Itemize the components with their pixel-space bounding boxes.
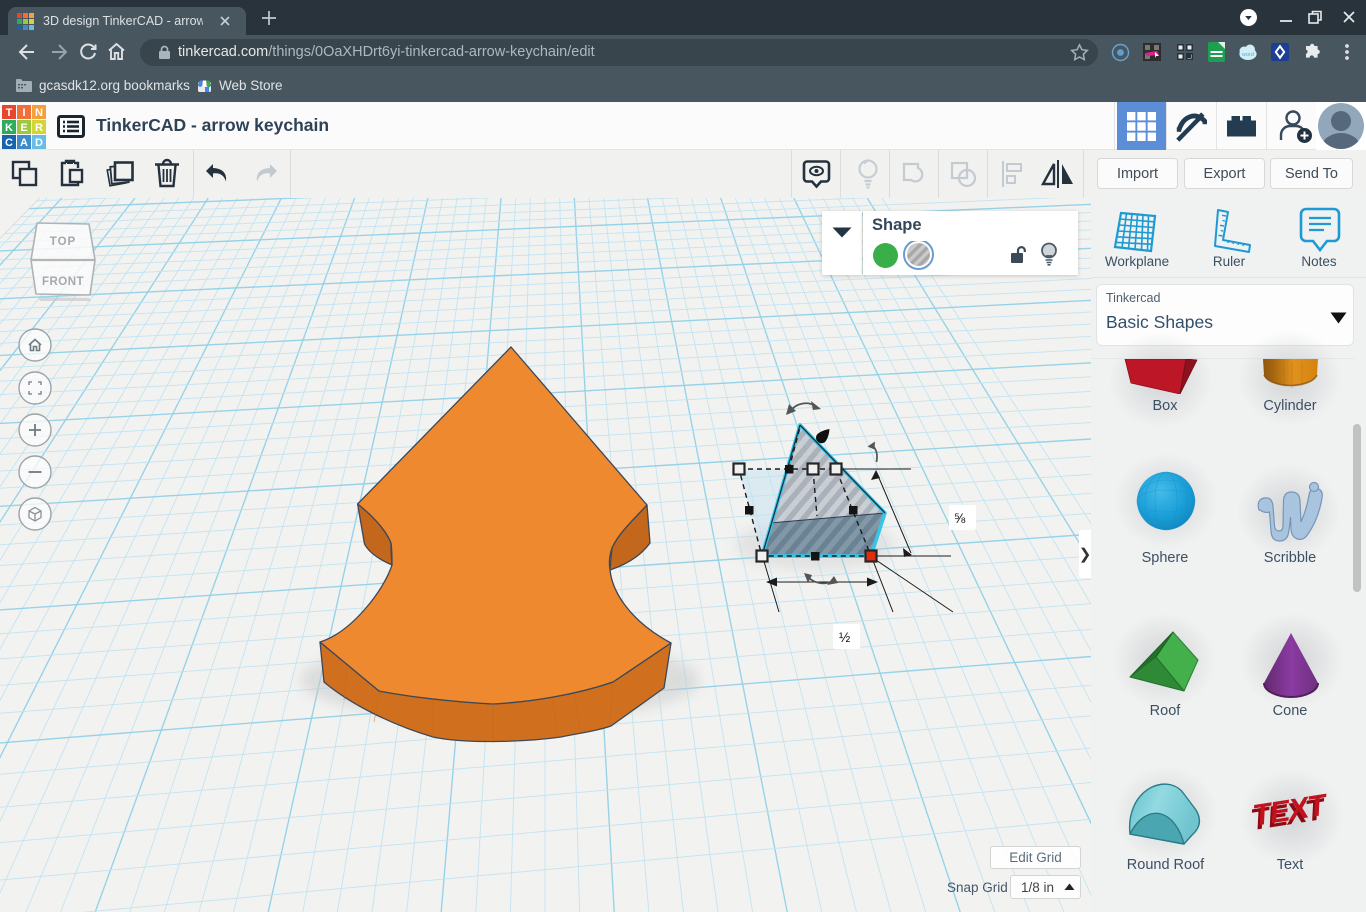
svg-text:FRONT: FRONT bbox=[42, 276, 84, 288]
svg-text:R: R bbox=[35, 122, 43, 134]
svg-text:TOP: TOP bbox=[50, 236, 76, 248]
svg-text:word: word bbox=[1242, 52, 1255, 58]
svg-text:K: K bbox=[5, 122, 13, 134]
svg-text:D: D bbox=[35, 137, 43, 149]
svg-text:⅝: ⅝ bbox=[954, 511, 966, 526]
svg-text:½: ½ bbox=[839, 630, 850, 645]
svg-text:C: C bbox=[5, 137, 13, 149]
svg-text:A: A bbox=[20, 137, 28, 149]
svg-text:E: E bbox=[20, 122, 27, 134]
svg-text:N: N bbox=[35, 107, 43, 119]
svg-text:T: T bbox=[6, 107, 13, 119]
svg-text:I: I bbox=[22, 107, 25, 119]
